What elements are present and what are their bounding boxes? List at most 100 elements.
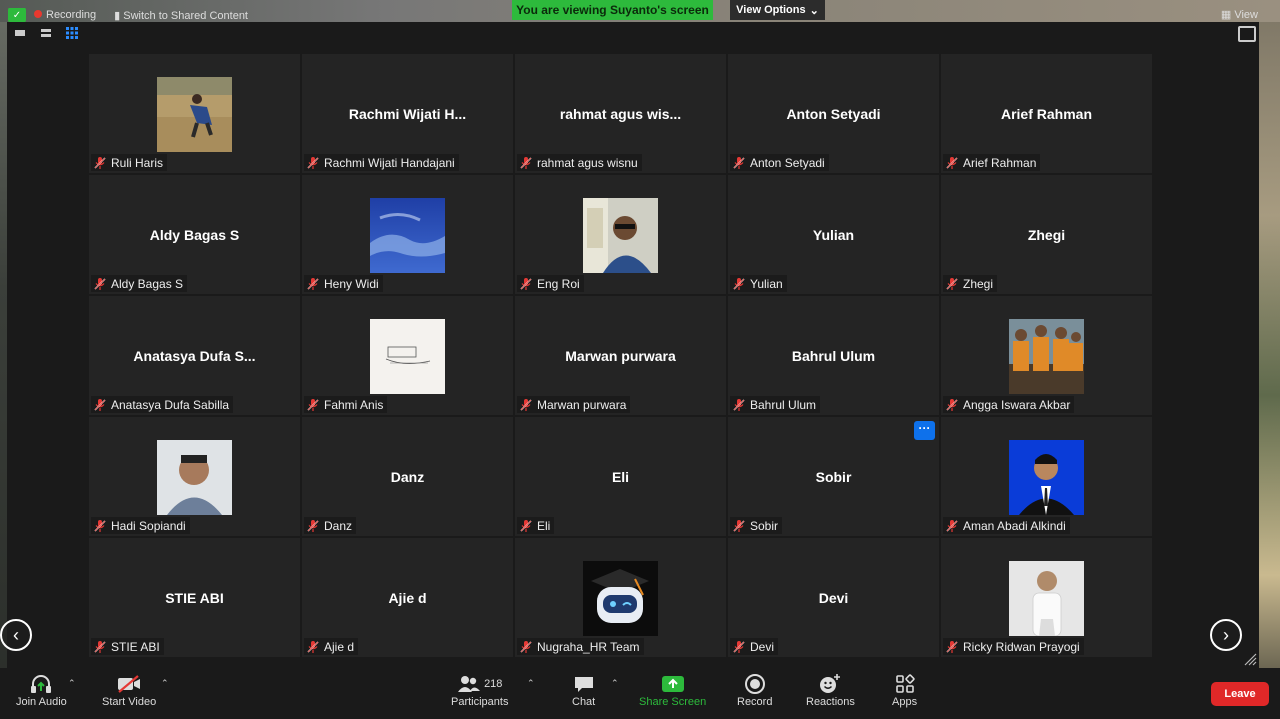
- join-audio-button[interactable]: Join Audio: [16, 672, 67, 708]
- participant-name-label: Zhegi: [943, 275, 998, 292]
- participant-name: STIE ABI: [111, 639, 160, 654]
- participant-name: Rachmi Wijati Handajani: [324, 155, 455, 170]
- participant-tile[interactable]: Nugraha_HR Team: [515, 538, 726, 657]
- next-page-button[interactable]: ›: [1210, 619, 1242, 651]
- muted-mic-icon: [94, 640, 106, 653]
- participant-name: Arief Rahman: [963, 155, 1037, 170]
- participant-avatar: [370, 319, 445, 394]
- participant-tile[interactable]: Zhegi Zhegi: [941, 175, 1152, 294]
- exit-fullscreen-icon[interactable]: [1238, 26, 1256, 42]
- participant-name-label: Fahmi Anis: [304, 396, 388, 413]
- participant-name-label: Yulian: [730, 275, 787, 292]
- muted-mic-icon: [733, 640, 745, 653]
- participant-name: Eli: [537, 518, 551, 533]
- audio-options-caret[interactable]: ⌃: [68, 678, 76, 689]
- participant-name-label: Anton Setyadi: [730, 154, 829, 171]
- participant-tile[interactable]: Anton Setyadi Anton Setyadi: [728, 54, 939, 173]
- participant-avatar: [370, 198, 445, 273]
- muted-mic-icon: [94, 519, 106, 532]
- switch-shared-content-button[interactable]: ▮ Switch to Shared Content: [114, 9, 248, 22]
- participant-display-name: Devi: [818, 590, 849, 606]
- participant-name-label: Aldy Bagas S: [91, 275, 188, 292]
- muted-mic-icon: [733, 156, 745, 169]
- chat-options-caret[interactable]: ⌃: [611, 678, 619, 689]
- participant-name-label: STIE ABI: [91, 638, 164, 655]
- chat-button[interactable]: Chat: [572, 672, 595, 708]
- leave-meeting-button[interactable]: Leave: [1211, 682, 1269, 706]
- participant-name-label: Ricky Ridwan Prayogi: [943, 638, 1084, 655]
- speaker-layout-icon[interactable]: [14, 28, 26, 38]
- more-options-button[interactable]: ···: [914, 421, 935, 440]
- muted-mic-icon: [520, 519, 532, 532]
- muted-mic-icon: [307, 519, 319, 532]
- participant-name: Hadi Sopiandi: [111, 518, 186, 533]
- chat-bubble-icon: [574, 677, 593, 692]
- recording-dot-icon: [34, 10, 42, 18]
- muted-mic-icon: [307, 640, 319, 653]
- participant-name: Ajie d: [324, 639, 355, 654]
- participant-tile[interactable]: Danz Danz: [302, 417, 513, 536]
- participant-tile[interactable]: Ruli Haris: [89, 54, 300, 173]
- participant-tile[interactable]: Heny Widi: [302, 175, 513, 294]
- record-button[interactable]: Record: [737, 672, 772, 708]
- gallery-layout-icon[interactable]: [66, 27, 78, 39]
- recording-indicator[interactable]: Recording: [34, 9, 96, 21]
- participant-tile[interactable]: Arief Rahman Arief Rahman: [941, 54, 1152, 173]
- share-screen-button[interactable]: Share Screen: [639, 672, 706, 708]
- participant-display-name: Sobir: [815, 469, 852, 485]
- participant-avatar: [1009, 561, 1084, 637]
- participant-name: Aman Abadi Alkindi: [963, 518, 1066, 533]
- participant-name-label: Rachmi Wijati Handajani: [304, 154, 459, 171]
- participant-tile[interactable]: Angga Iswara Akbar: [941, 296, 1152, 415]
- viewing-screen-banner: You are viewing Suyanto's screen: [512, 0, 713, 20]
- participant-name-label: rahmat agus wisnu: [517, 154, 642, 171]
- participant-avatar: [1009, 440, 1084, 515]
- previous-page-button[interactable]: ‹: [0, 619, 32, 651]
- participant-tile[interactable]: Rachmi Wijati H... Rachmi Wijati Handajan…: [302, 54, 513, 173]
- participant-tile[interactable]: Eng Roi: [515, 175, 726, 294]
- participant-tile[interactable]: Aldy Bagas S Aldy Bagas S: [89, 175, 300, 294]
- participant-tile[interactable]: Sobir Sobir: [728, 417, 939, 536]
- participant-tile[interactable]: Yulian Yulian: [728, 175, 939, 294]
- participant-name: Anton Setyadi: [750, 155, 825, 170]
- participant-tile[interactable]: Fahmi Anis: [302, 296, 513, 415]
- strip-layout-icon[interactable]: [40, 28, 52, 38]
- participant-tile[interactable]: Marwan purwara Marwan purwara: [515, 296, 726, 415]
- participant-avatar: [583, 561, 658, 636]
- participants-button[interactable]: 218 Participants: [451, 672, 508, 708]
- reactions-button[interactable]: Reactions: [806, 672, 855, 708]
- muted-mic-icon: [946, 398, 958, 411]
- resize-handle-icon[interactable]: [1243, 652, 1257, 666]
- participant-tile[interactable]: STIE ABI STIE ABI: [89, 538, 300, 657]
- apps-button[interactable]: Apps: [892, 672, 917, 708]
- participant-name: Anatasya Dufa Sabilla: [111, 397, 230, 412]
- muted-mic-icon: [307, 156, 319, 169]
- muted-mic-icon: [520, 640, 532, 653]
- participant-tile[interactable]: Ricky Ridwan Prayogi: [941, 538, 1152, 657]
- participant-name: Ruli Haris: [111, 155, 164, 170]
- muted-mic-icon: [307, 277, 319, 290]
- participant-tile[interactable]: Ajie d Ajie d: [302, 538, 513, 657]
- participant-tile[interactable]: Anatasya Dufa S... Anatasya Dufa Sabilla: [89, 296, 300, 415]
- participant-tile[interactable]: Eli Eli: [515, 417, 726, 536]
- participant-avatar: [583, 198, 658, 273]
- apps-icon: [895, 674, 915, 693]
- view-options-button[interactable]: View Options ⌄: [730, 0, 825, 20]
- participant-name: Aldy Bagas S: [111, 276, 184, 291]
- participant-name-label: Arief Rahman: [943, 154, 1041, 171]
- participant-tile[interactable]: Aman Abadi Alkindi: [941, 417, 1152, 536]
- video-options-caret[interactable]: ⌃: [161, 678, 169, 689]
- security-shield-icon[interactable]: ✓: [8, 8, 26, 22]
- record-icon: [744, 674, 765, 694]
- participants-options-caret[interactable]: ⌃: [527, 678, 535, 689]
- participant-name-label: Ruli Haris: [91, 154, 168, 171]
- participant-tile[interactable]: Devi Devi: [728, 538, 939, 657]
- view-button[interactable]: ▦ View: [1221, 8, 1258, 21]
- participant-tile[interactable]: Hadi Sopiandi: [89, 417, 300, 536]
- start-video-button[interactable]: Start Video: [102, 672, 156, 708]
- participant-tile[interactable]: rahmat agus wis... rahmat agus wisnu: [515, 54, 726, 173]
- participant-tile[interactable]: Bahrul Ulum Bahrul Ulum: [728, 296, 939, 415]
- participant-name: rahmat agus wisnu: [537, 155, 638, 170]
- participant-name-label: Eng Roi: [517, 275, 584, 292]
- muted-mic-icon: [94, 398, 106, 411]
